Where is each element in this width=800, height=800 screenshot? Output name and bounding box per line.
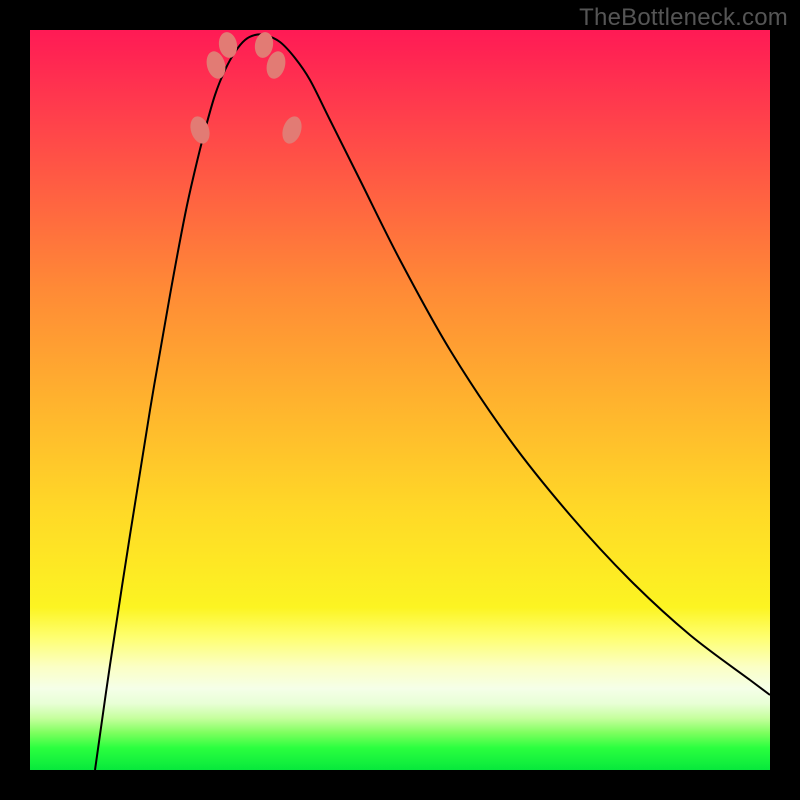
curve-marker bbox=[264, 49, 289, 81]
chart-markers bbox=[187, 31, 305, 146]
curve-marker bbox=[279, 114, 305, 146]
curve-marker bbox=[253, 31, 275, 60]
chart-plot-area bbox=[30, 30, 770, 770]
chart-frame: TheBottleneck.com bbox=[0, 0, 800, 800]
curve-marker bbox=[217, 31, 239, 60]
curve-marker bbox=[204, 49, 229, 81]
curve-marker bbox=[187, 114, 213, 146]
chart-curve bbox=[95, 34, 770, 770]
chart-svg bbox=[30, 30, 770, 770]
watermark-text: TheBottleneck.com bbox=[579, 4, 788, 32]
